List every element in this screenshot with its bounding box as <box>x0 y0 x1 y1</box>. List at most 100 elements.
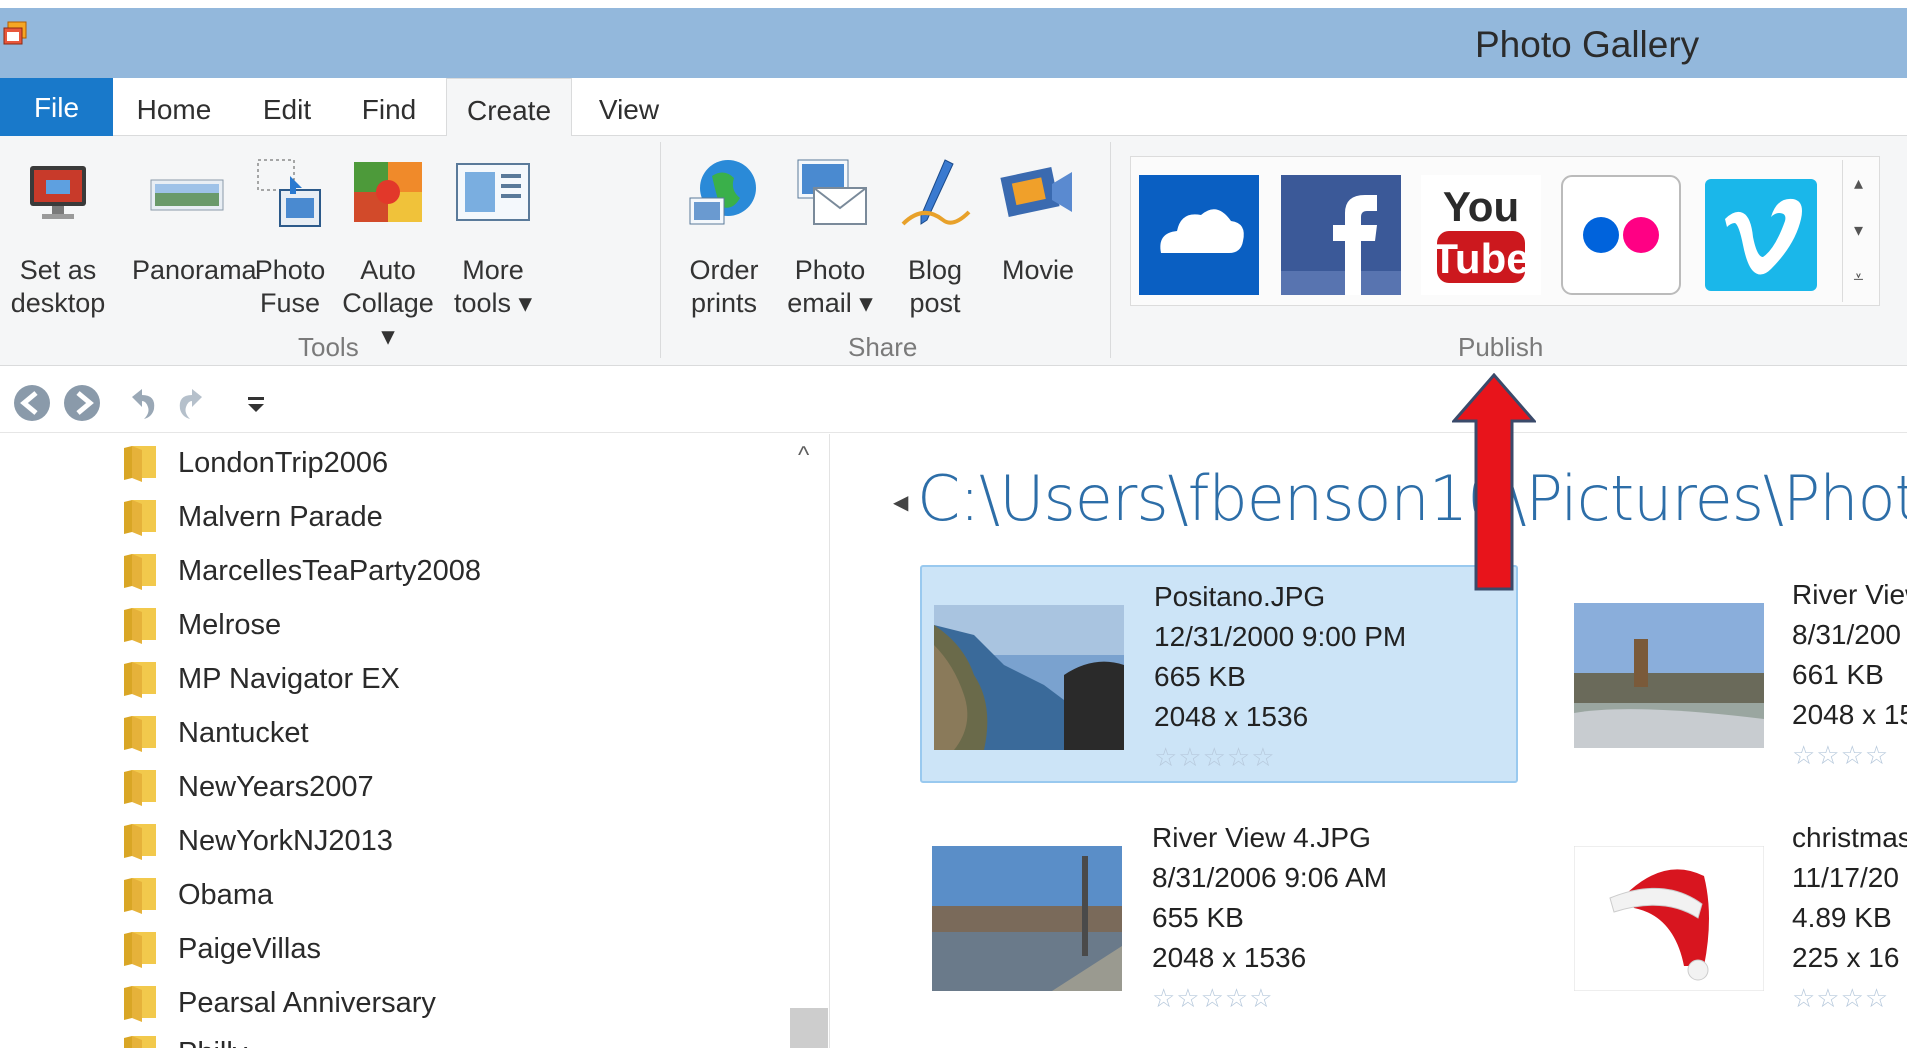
folder-label: MarcellesTeaParty2008 <box>178 554 482 587</box>
scrollbar-thumb[interactable] <box>790 1008 828 1048</box>
tab-create[interactable]: Create <box>446 78 572 137</box>
photo-item[interactable]: River View 4.JPG 8/31/2006 9:06 AM 655 K… <box>920 808 1518 1026</box>
folder-item[interactable]: NewYorkNJ2013 <box>122 816 393 866</box>
gallery-expand-icon[interactable]: ⩡ <box>1843 254 1874 301</box>
photo-item[interactable]: Positano.JPG 12/31/2000 9:00 PM 665 KB 2… <box>920 565 1518 783</box>
svg-text:Tube: Tube <box>1432 235 1529 282</box>
publish-gallery: You Tube <box>1130 156 1880 306</box>
folder-item[interactable]: Pearsal Anniversary <box>122 978 436 1028</box>
more-tools-button[interactable]: More tools ▾ <box>442 154 544 320</box>
photo-fuse-button[interactable]: Photo Fuse <box>250 154 330 320</box>
blog-post-button[interactable]: Blog post <box>890 154 980 320</box>
folder-item[interactable]: Philly <box>122 1028 247 1048</box>
redo-icon[interactable] <box>172 383 212 423</box>
folder-icon <box>124 716 156 752</box>
gallery-scroll-down-icon[interactable]: ▾ <box>1843 207 1874 254</box>
photo-date: 8/31/2006 9:06 AM <box>1152 862 1388 893</box>
email-icon <box>797 159 867 225</box>
undo-icon[interactable] <box>122 383 162 423</box>
rating-stars[interactable]: ☆☆☆☆ <box>1792 735 1907 775</box>
photo-thumbnail <box>934 605 1124 750</box>
tab-file[interactable]: File <box>0 78 113 136</box>
folder-label: NewYorkNJ2013 <box>178 824 393 857</box>
folder-item[interactable]: Melrose <box>122 600 281 650</box>
tab-find[interactable]: Find <box>346 78 432 136</box>
collapse-triangle-icon[interactable]: ◀ <box>893 490 908 515</box>
photo-date: 8/31/200 <box>1792 619 1901 650</box>
photo-email-button[interactable]: Photo email ▾ <box>780 154 880 320</box>
photo-item[interactable]: christmas 11/17/20 4.89 KB 225 x 16 ☆☆☆☆ <box>1574 808 1907 1026</box>
order-prints-label: Order prints <box>689 255 759 318</box>
title-bar: Photo Gallery <box>0 8 1907 78</box>
folder-item[interactable]: LondonTrip2006 <box>122 438 388 488</box>
photo-size: 661 KB <box>1792 659 1884 690</box>
panorama-button[interactable]: Panorama <box>132 154 257 287</box>
folder-icon <box>124 770 156 806</box>
group-separator <box>660 142 661 358</box>
folder-item[interactable]: Malvern Parade <box>122 492 383 542</box>
customize-toolbar-icon[interactable] <box>236 383 276 423</box>
folder-label: MP Navigator EX <box>178 662 400 695</box>
folder-item[interactable]: Nantucket <box>122 708 309 758</box>
photo-dimensions: 2048 x 1536 <box>1152 942 1307 973</box>
folder-item[interactable]: NewYears2007 <box>122 762 374 812</box>
onedrive-icon[interactable] <box>1139 175 1259 295</box>
facebook-icon[interactable] <box>1281 175 1401 295</box>
set-as-desktop-label: Set as desktop <box>10 255 106 318</box>
panorama-icon <box>150 179 224 211</box>
auto-collage-button[interactable]: Auto Collage ▾ <box>332 154 444 353</box>
folder-item[interactable]: Obama <box>122 870 273 920</box>
collage-icon <box>354 162 422 222</box>
pen-icon <box>901 159 971 226</box>
folder-icon <box>124 986 156 1022</box>
folder-icon <box>124 824 156 860</box>
tab-home[interactable]: Home <box>126 78 222 136</box>
panorama-label: Panorama <box>132 255 257 285</box>
tree-scrollbar[interactable]: ^ <box>790 434 828 1048</box>
tab-view[interactable]: View <box>586 78 672 136</box>
back-icon[interactable] <box>12 383 52 423</box>
tools-group-label: Tools <box>298 332 359 362</box>
more-tools-label: More tools ▾ <box>453 255 533 318</box>
tab-edit[interactable]: Edit <box>244 78 330 136</box>
photo-dimensions: 225 x 16 <box>1792 942 1900 973</box>
photo-email-label: Photo email ▾ <box>787 255 873 318</box>
annotation-arrow-icon <box>1452 373 1536 591</box>
flickr-icon[interactable] <box>1561 175 1681 295</box>
rating-stars[interactable]: ☆☆☆☆☆ <box>1152 978 1387 1018</box>
photo-item[interactable]: River View 8/31/200 661 KB 2048 x 15 ☆☆☆… <box>1574 565 1907 783</box>
photo-dimensions: 2048 x 15 <box>1792 699 1907 730</box>
more-tools-icon <box>456 163 530 221</box>
photo-fuse-label: Photo Fuse <box>254 255 326 318</box>
rating-stars[interactable]: ☆☆☆☆☆ <box>1154 737 1406 777</box>
folder-icon <box>124 554 156 590</box>
ribbon-tabs: File Home Edit Find Create View <box>0 78 1907 137</box>
folder-icon <box>124 446 156 482</box>
rating-stars[interactable]: ☆☆☆☆ <box>1792 978 1907 1018</box>
chevron-up-icon[interactable]: ^ <box>798 442 809 470</box>
folder-item[interactable]: PaigeVillas <box>122 924 321 974</box>
folder-item[interactable]: MarcellesTeaParty2008 <box>122 546 481 596</box>
folder-label: Nantucket <box>178 716 309 749</box>
folder-item[interactable]: MP Navigator EX <box>122 654 400 704</box>
folder-label: Obama <box>178 878 274 911</box>
order-prints-button[interactable]: Order prints <box>676 154 772 320</box>
window-title: Photo Gallery <box>1475 24 1700 65</box>
folder-icon <box>124 878 156 914</box>
photo-meta: River View 8/31/200 661 KB 2048 x 15 ☆☆☆… <box>1792 575 1907 775</box>
share-group-label: Share <box>848 332 918 362</box>
photo-size: 4.89 KB <box>1792 902 1892 933</box>
photo-date: 12/31/2000 9:00 PM <box>1154 621 1407 652</box>
app-icon[interactable] <box>2 20 30 50</box>
movie-button[interactable]: Movie <box>990 154 1086 287</box>
photo-fuse-icon <box>257 159 321 227</box>
youtube-icon[interactable]: You Tube <box>1421 175 1541 295</box>
forward-icon[interactable] <box>62 383 102 423</box>
photo-dimensions: 2048 x 1536 <box>1154 701 1309 732</box>
gallery-scroll-up-icon[interactable]: ▴ <box>1843 160 1874 207</box>
folder-label: NewYears2007 <box>178 770 374 803</box>
vimeo-icon[interactable] <box>1701 175 1821 295</box>
photo-size: 655 KB <box>1152 902 1244 933</box>
photo-filename: christmas <box>1792 822 1907 853</box>
set-as-desktop-button[interactable]: Set as desktop <box>10 154 106 320</box>
